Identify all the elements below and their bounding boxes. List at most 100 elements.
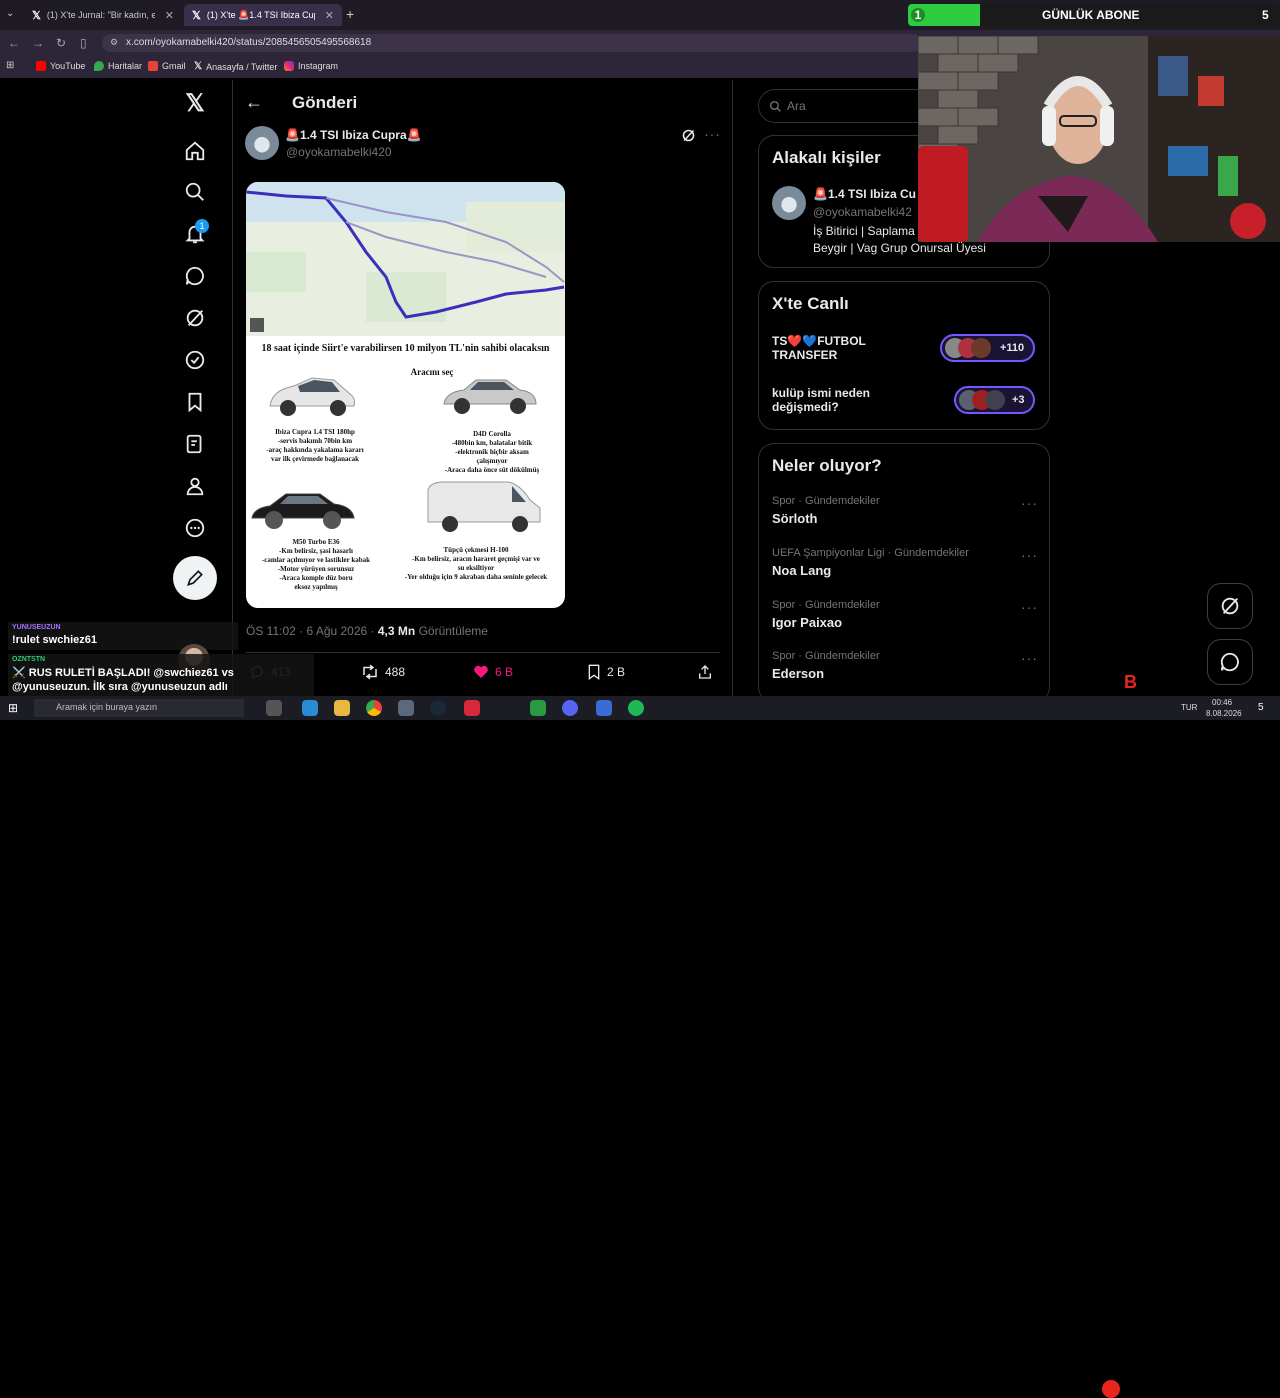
author-handle[interactable]: @oyokamabelki420: [286, 145, 392, 159]
grok-icon[interactable]: [183, 306, 207, 330]
post-time[interactable]: ÖS 11:02 · 6 Ağu 2026 ·: [246, 624, 375, 638]
messages-floating-button[interactable]: [1207, 639, 1253, 685]
author-avatar[interactable]: [245, 126, 279, 160]
reload-icon[interactable]: ↻: [56, 36, 66, 50]
live-listeners-pill[interactable]: +3: [954, 386, 1035, 414]
communities-icon[interactable]: [183, 432, 207, 456]
bookmark-label: Haritalar: [108, 61, 143, 71]
app-icon[interactable]: [398, 700, 414, 716]
share-button[interactable]: [697, 664, 713, 685]
back-icon[interactable]: ←: [8, 36, 20, 50]
repost-button[interactable]: 488: [361, 664, 405, 680]
new-tab-button[interactable]: +: [346, 6, 354, 22]
maps-pin-icon: [94, 61, 104, 71]
profile-icon[interactable]: [183, 474, 207, 498]
search-icon: [769, 100, 781, 112]
bookmark-button[interactable]: 2 B: [587, 664, 625, 680]
close-icon[interactable]: ✕: [325, 9, 334, 22]
live-listeners-pill[interactable]: +110: [940, 334, 1035, 362]
bookmark-icon[interactable]: [183, 390, 207, 414]
live-item[interactable]: kulüp ismi neden değişmedi? +3: [772, 386, 1042, 422]
tab-jurnal[interactable]: 𝕏 (1) X'te Jurnal: "Bir kadın, erkek ✕: [24, 4, 182, 26]
car-bmw-image: [250, 482, 356, 539]
post-image[interactable]: 18 saat içinde Siirt'e varabilirsen 10 m…: [246, 182, 565, 608]
trend-meta: UEFA Şampiyonlar Ligi · Gündemdekiler: [772, 547, 969, 559]
car-bmw-desc: M50 Turbo E36 -Km belirsiz, şasi hasarlı…: [261, 538, 371, 591]
related-name[interactable]: 🚨1.4 TSI Ibiza Cu: [813, 187, 916, 201]
like-button[interactable]: 6 B: [473, 664, 513, 680]
close-icon[interactable]: ✕: [165, 9, 174, 22]
site-info-icon[interactable]: ⚙: [110, 37, 118, 48]
search-icon[interactable]: [183, 180, 207, 204]
compose-post-button[interactable]: [173, 556, 217, 600]
trend-more-icon[interactable]: ···: [1021, 599, 1038, 615]
app-icon[interactable]: [464, 700, 480, 716]
task-view-icon[interactable]: [266, 700, 282, 716]
bookmark-instagram[interactable]: Instagram: [284, 61, 338, 71]
url-field[interactable]: ⚙ x.com/oyokamabelki420/status/208545650…: [102, 34, 922, 52]
trend-name: Igor Paixao: [772, 615, 843, 630]
home-icon[interactable]: [183, 139, 207, 163]
grok-icon[interactable]: [681, 128, 696, 148]
apps-grid-icon[interactable]: ⊞: [6, 60, 14, 71]
bookmark-gmail[interactable]: Gmail: [148, 61, 186, 71]
verified-icon[interactable]: [183, 348, 207, 372]
bookmark-maps[interactable]: Haritalar: [94, 61, 142, 71]
discord-icon[interactable]: [562, 700, 578, 716]
taskbar-search-input[interactable]: Aramak için buraya yazın: [34, 699, 244, 717]
back-arrow-icon[interactable]: ←: [245, 92, 263, 113]
spotify-icon[interactable]: [628, 700, 644, 716]
app-icon[interactable]: [596, 700, 612, 716]
messages-icon[interactable]: [183, 264, 207, 288]
trend-item[interactable]: Spor · Gündemdekiler Sörloth ···: [772, 495, 1042, 526]
page-title: Gönderi: [292, 93, 358, 112]
car-van-desc: Tüpçü çekmesi H-100 -Km belirsiz, aracın…: [404, 546, 548, 581]
trend-more-icon[interactable]: ···: [1021, 650, 1038, 666]
search-placeholder: Ara: [787, 99, 806, 113]
related-handle[interactable]: @oyokamabelki42: [813, 205, 912, 219]
trend-more-icon[interactable]: ···: [1021, 495, 1038, 511]
post-meta: ÖS 11:02 · 6 Ağu 2026 · 4,3 Mn Görüntüle…: [246, 624, 488, 638]
related-avatar[interactable]: [772, 186, 806, 220]
column-divider: [732, 80, 733, 696]
live-item[interactable]: TS❤️💙FUTBOL TRANSFER +110: [772, 334, 1042, 370]
app-icon[interactable]: [530, 700, 546, 716]
instagram-icon: [284, 61, 294, 71]
folder-icon[interactable]: [334, 700, 350, 716]
chat-username: YUNUSEUZUN: [12, 624, 61, 631]
heart-icon: [474, 665, 488, 678]
messages-icon: [1220, 652, 1239, 672]
tray-date[interactable]: 8.08.2026: [1206, 709, 1242, 718]
repost-count: 488: [385, 665, 406, 679]
car-ibiza-image: [264, 370, 360, 425]
notification-center-count[interactable]: 5: [1258, 702, 1264, 713]
x-logo-icon[interactable]: 𝕏: [183, 90, 207, 117]
car-corolla-image: [440, 370, 540, 425]
author-name[interactable]: 🚨1.4 TSI Ibiza Cupra🚨: [285, 128, 422, 142]
tab-list-chevron-icon[interactable]: ⌄: [6, 8, 14, 19]
steam-icon[interactable]: [430, 700, 446, 716]
related-bio-line2: Beygir | Vag Grup Onursal Üyesi: [813, 241, 986, 255]
forward-icon[interactable]: →: [32, 36, 44, 50]
like-count: 6 B: [495, 665, 514, 679]
bookmark-youtube[interactable]: YouTube: [36, 61, 85, 71]
edge-icon[interactable]: [302, 700, 318, 716]
trend-meta: Spor · Gündemdekiler: [772, 650, 880, 662]
post-more-icon[interactable]: ···: [704, 126, 721, 142]
tab-ibiza-post[interactable]: 𝕏 (1) X'te 🚨1.4 TSI Ibiza Cupra🚨: " ✕: [184, 4, 342, 26]
trend-item[interactable]: UEFA Şampiyonlar Ligi · Gündemdekiler No…: [772, 547, 1042, 578]
trend-more-icon[interactable]: ···: [1021, 547, 1038, 563]
trend-item[interactable]: Spor · Gündemdekiler Igor Paixao ···: [772, 599, 1042, 630]
chrome-icon[interactable]: [366, 700, 382, 716]
tray-time[interactable]: 00:46: [1212, 698, 1232, 707]
x-logo-icon: 𝕏: [32, 9, 41, 22]
windows-start-icon[interactable]: ⊞: [8, 701, 18, 715]
sidebar-icon[interactable]: ▯: [80, 36, 87, 50]
bookmark-twitter[interactable]: 𝕏 Anasayfa / Twitter: [194, 61, 277, 72]
listener-avatar: [971, 338, 991, 358]
trend-item[interactable]: Spor · Gündemdekiler Ederson ···: [772, 650, 1042, 681]
car-van-image: [424, 478, 544, 541]
tray-lang[interactable]: TUR: [1181, 703, 1197, 712]
more-circle-icon[interactable]: [183, 516, 207, 540]
grok-floating-button[interactable]: [1207, 583, 1253, 629]
